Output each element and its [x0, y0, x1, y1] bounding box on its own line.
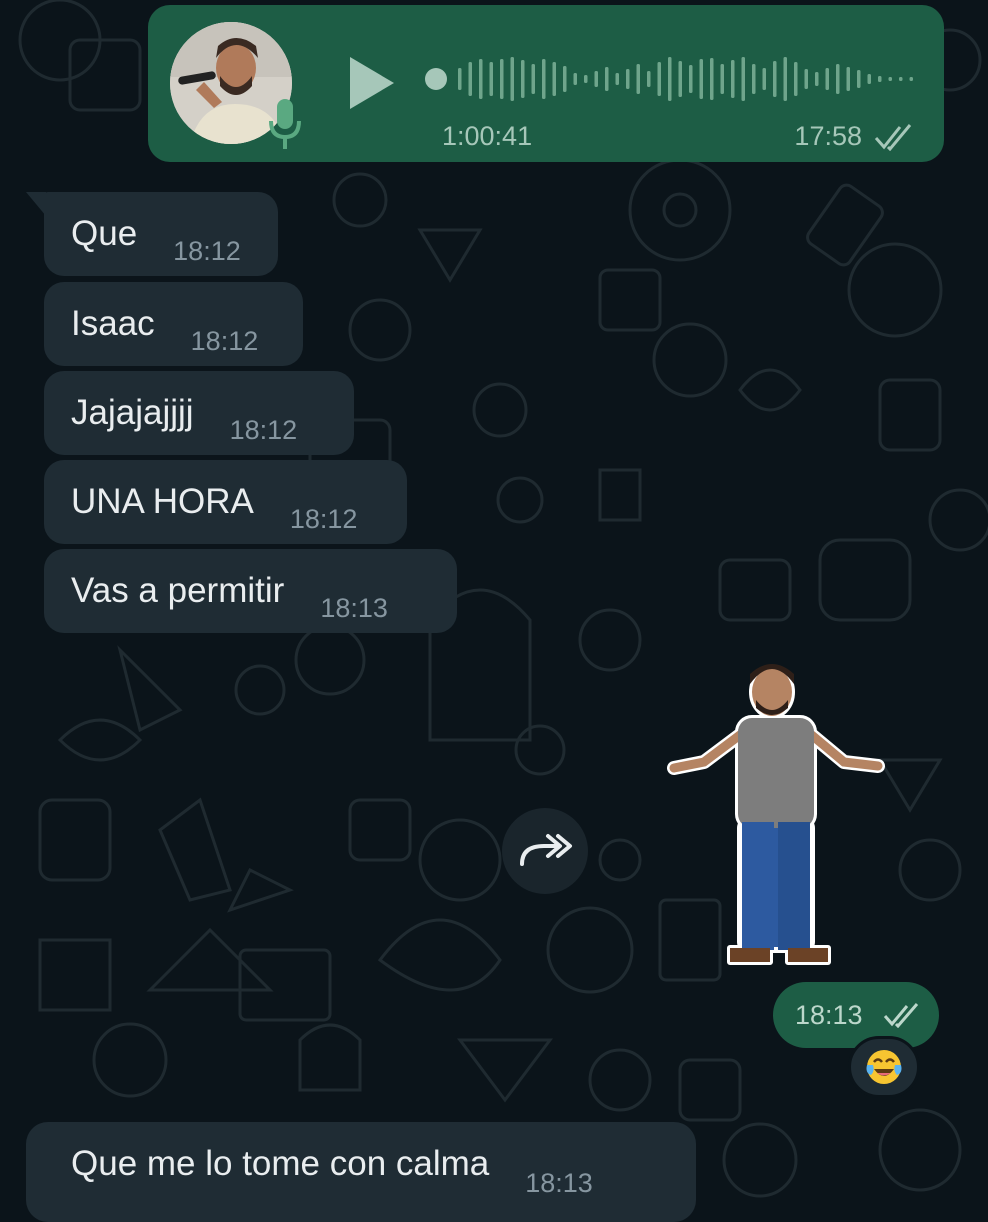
waveform-bar [699, 59, 703, 99]
waveform-bar [594, 71, 598, 87]
forward-icon[interactable] [502, 808, 588, 894]
waveform-bar [542, 59, 546, 99]
waveform-bar [762, 68, 766, 90]
waveform-bar [626, 69, 630, 89]
waveform-bar [510, 57, 514, 101]
waveform-bar [657, 62, 661, 96]
waveform-bar [689, 65, 693, 93]
waveform-bar [836, 64, 840, 94]
waveform-bar [731, 60, 735, 98]
waveform-bar [573, 73, 577, 85]
double-check-icon [883, 1002, 923, 1029]
waveform-bar [878, 76, 882, 82]
waveform-bar [636, 64, 640, 94]
message-time: 18:12 [289, 504, 358, 534]
waveform-bar [867, 74, 871, 84]
waveform-bar [773, 61, 777, 97]
waveform-bar [521, 60, 525, 98]
message-time: 18:12 [173, 236, 241, 266]
waveform-bar [909, 77, 913, 81]
message-text: Isaac [71, 304, 155, 343]
waveform-bar [825, 68, 829, 90]
waveform-bar [804, 69, 808, 89]
waveform-bar [552, 62, 556, 96]
waveform-bar [668, 57, 672, 101]
message-text: UNA HORA [71, 482, 254, 521]
waveform-bar [500, 59, 504, 99]
message-time: 18:12 [190, 326, 259, 356]
waveform-bar [489, 62, 493, 96]
waveform-bar [710, 58, 714, 100]
waveform-bar [647, 71, 651, 87]
message-text: Que me lo tome con calma [71, 1144, 490, 1183]
message-time: 18:13 [320, 593, 388, 623]
message-text: Que [71, 214, 138, 253]
waveform-bar [563, 66, 567, 92]
audio-waveform[interactable] [424, 49, 914, 109]
play-icon[interactable] [346, 53, 398, 113]
waveform-bar [720, 64, 724, 94]
reaction-badge[interactable] [848, 1036, 920, 1098]
voice-message-bubble[interactable]: 1:00:41 17:58 [148, 5, 944, 162]
waveform-bar [846, 67, 850, 91]
microphone-icon [268, 97, 302, 151]
message-time: 18:13 [525, 1168, 593, 1198]
message-text: Jajajajjjj [71, 393, 194, 432]
sticker-time-pill: 18:13 [773, 982, 939, 1048]
incoming-message[interactable]: Que me lo tome con calma 18:13 [26, 1122, 696, 1222]
playback-position-handle [425, 68, 447, 90]
waveform-bar [468, 62, 472, 96]
incoming-message[interactable]: Isaac 18:12 [44, 282, 303, 366]
incoming-message[interactable]: Que 18:12 [26, 192, 278, 276]
waveform-bar [899, 77, 903, 81]
waveform-bar [752, 64, 756, 94]
double-check-icon [874, 123, 916, 152]
waveform-bar [888, 77, 892, 81]
waveform-bar [678, 61, 682, 97]
waveform-bar [458, 68, 462, 90]
waveform-bar [794, 62, 798, 96]
incoming-message[interactable]: Jajajajjjj 18:12 [44, 371, 354, 455]
sticker-image[interactable] [664, 662, 896, 974]
message-time: 18:13 [795, 1000, 863, 1030]
message-time: 18:12 [229, 415, 298, 445]
waveform-bar [605, 67, 609, 91]
message-time: 17:58 [794, 121, 862, 151]
waveform-bar [531, 64, 535, 94]
voice-duration: 1:00:41 [442, 121, 533, 151]
incoming-message[interactable]: Vas a permitir 18:13 [44, 549, 457, 633]
incoming-message[interactable]: UNA HORA 18:12 [44, 460, 407, 544]
waveform-bar [615, 73, 619, 85]
waveform-bar [783, 57, 787, 101]
waveform-bar [815, 72, 819, 86]
waveform-bar [479, 59, 483, 99]
message-text: Vas a permitir [71, 571, 285, 610]
face-with-tears-of-joy-emoji [864, 1047, 904, 1087]
waveform-bar [741, 57, 745, 101]
waveform-bar [584, 75, 588, 83]
waveform-bar [857, 70, 861, 88]
